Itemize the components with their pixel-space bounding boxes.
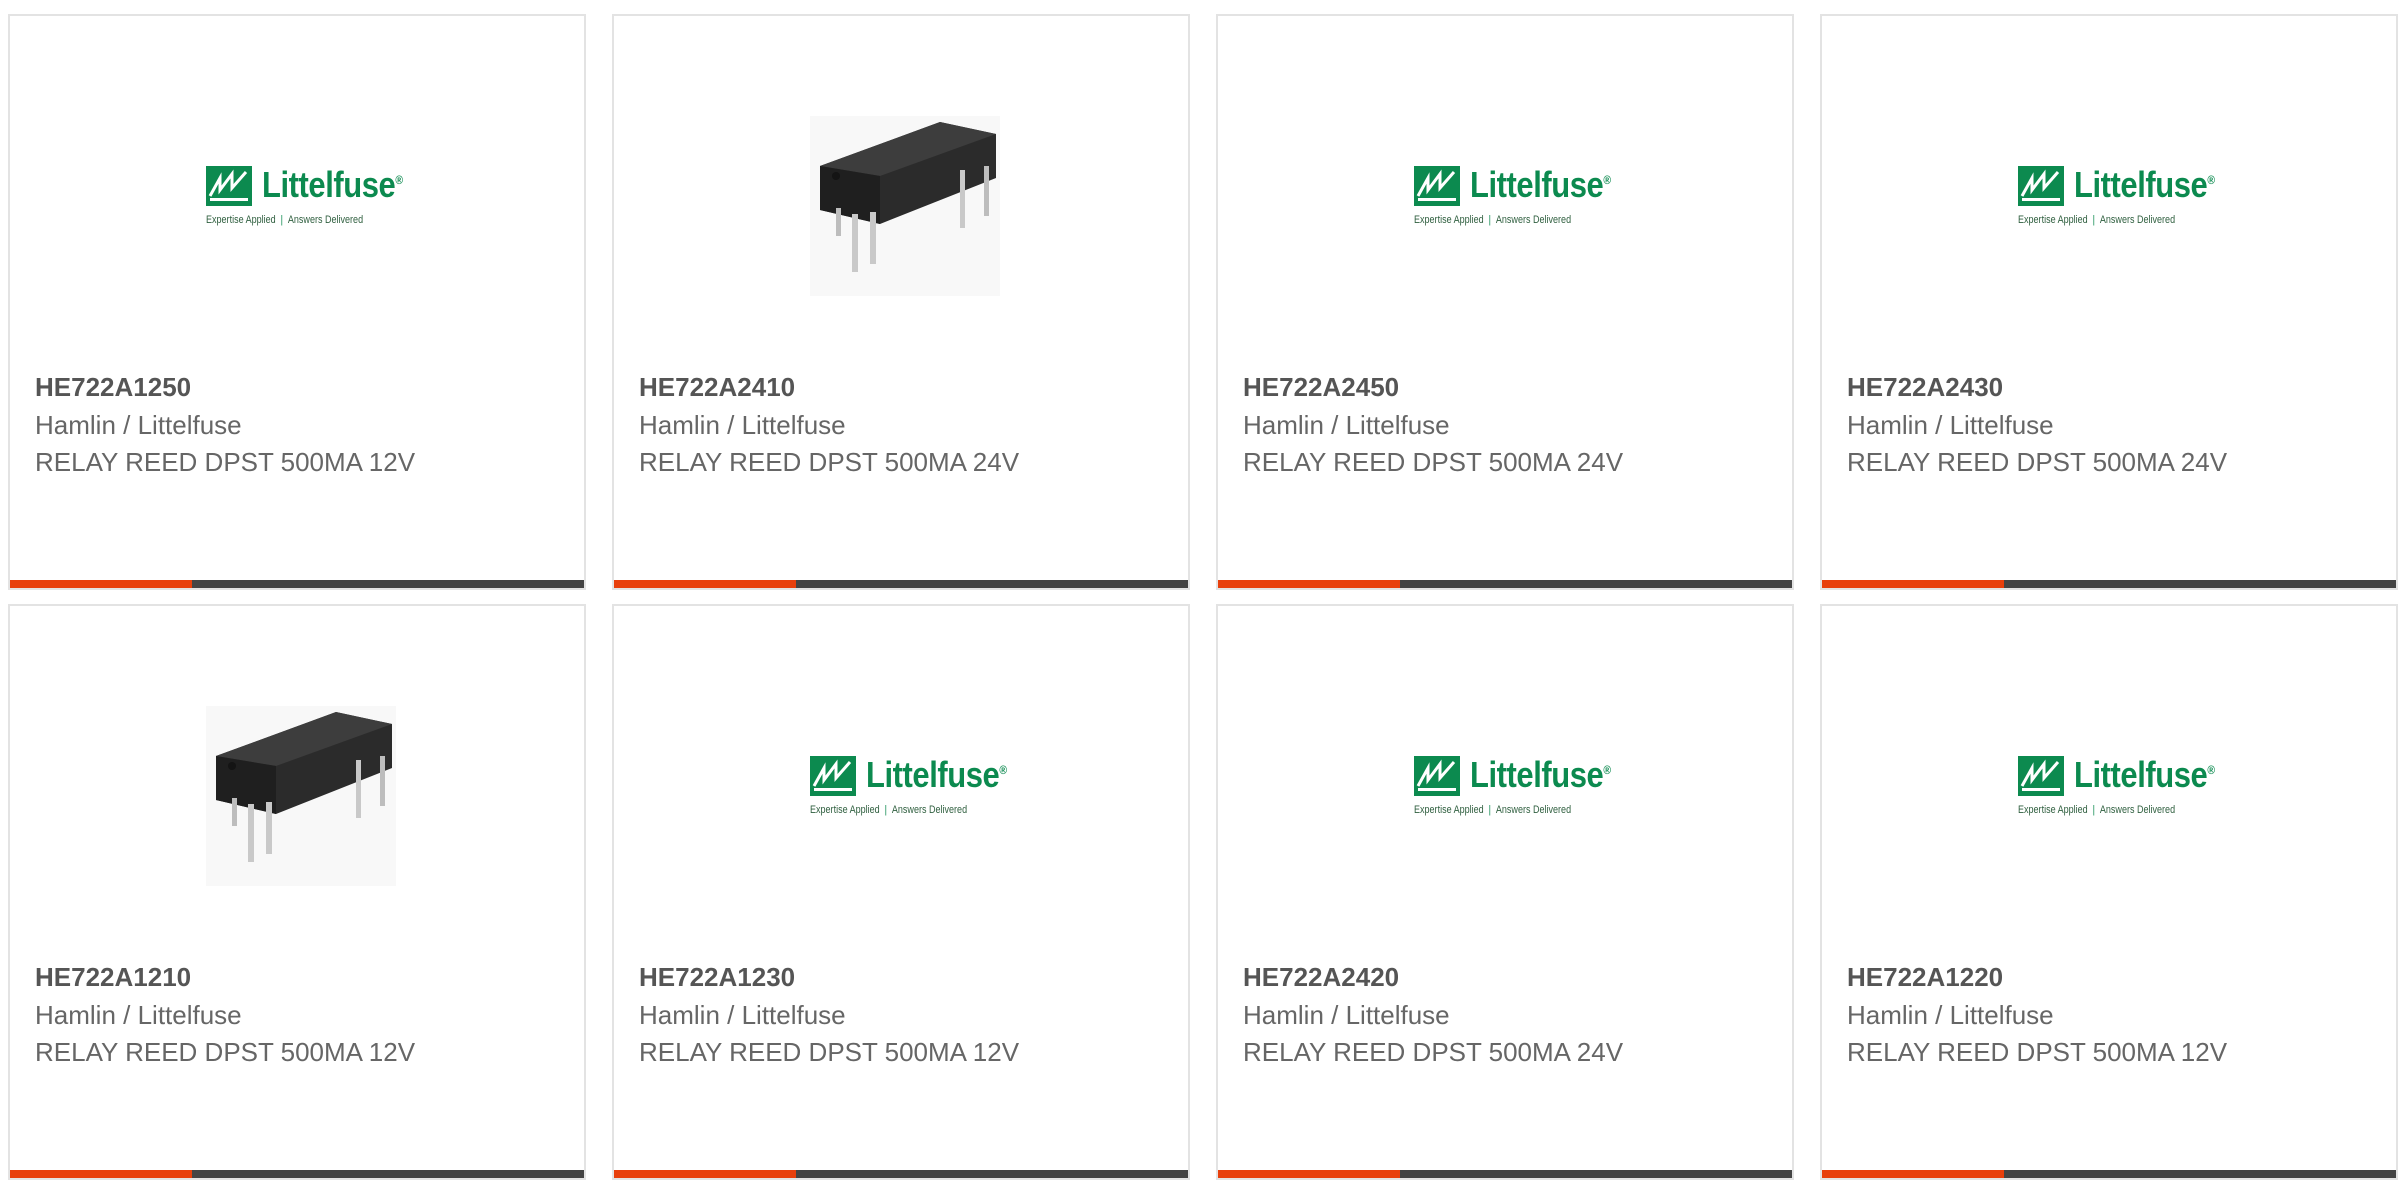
logo-wordmark: Littelfuse <box>2074 754 2208 795</box>
description: RELAY REED DPST 500MA 12V <box>35 447 416 477</box>
littelfuse-logo: Littelfuse® Expertise Applied | Answers De… <box>810 754 1007 816</box>
manufacturer: Hamlin / Littelfuse <box>1847 1000 2054 1030</box>
part-number[interactable]: HE722A1220 <box>1847 962 2003 993</box>
logo-wordmark: Littelfuse <box>1470 164 1604 205</box>
part-number[interactable]: HE722A1210 <box>35 962 191 993</box>
logo-reg-mark: ® <box>1603 173 1611 187</box>
product-card[interactable]: Littelfuse® Expertise Applied | Answers De… <box>1216 604 1794 1180</box>
card-accent-bar <box>1218 580 1792 588</box>
manufacturer: Hamlin / Littelfuse <box>639 1000 846 1030</box>
manufacturer: Hamlin / Littelfuse <box>639 410 846 440</box>
logo-wordmark: Littelfuse <box>866 754 1000 795</box>
product-card[interactable]: Littelfuse® Expertise Applied | Answers De… <box>1820 604 2398 1180</box>
littelfuse-logo-mark-icon <box>1414 756 1460 796</box>
littelfuse-logo-mark-icon <box>2018 756 2064 796</box>
manufacturer: Hamlin / Littelfuse <box>35 1000 242 1030</box>
littelfuse-logo-mark-icon <box>810 756 856 796</box>
logo-reg-mark: ® <box>2207 763 2215 777</box>
part-number[interactable]: HE722A2420 <box>1243 962 1399 993</box>
description: RELAY REED DPST 500MA 12V <box>1847 1037 2228 1067</box>
logo-wordmark: Littelfuse <box>262 164 396 205</box>
part-number[interactable]: HE722A1230 <box>639 962 795 993</box>
littelfuse-logo: Littelfuse® Expertise Applied | Answers De… <box>1414 164 1611 226</box>
description: RELAY REED DPST 500MA 24V <box>1243 447 1624 477</box>
product-image[interactable]: Littelfuse® Expertise Applied | Answers De… <box>1822 16 2396 346</box>
card-accent-bar <box>10 1170 584 1178</box>
card-accent-bar <box>1822 1170 2396 1178</box>
card-accent-bar <box>614 1170 1188 1178</box>
description: RELAY REED DPST 500MA 24V <box>639 447 1020 477</box>
description: RELAY REED DPST 500MA 24V <box>1847 447 2228 477</box>
littelfuse-logo: Littelfuse® Expertise Applied | Answers De… <box>2018 164 2215 226</box>
logo-tagline-right: Answers Delivered <box>1495 804 1572 816</box>
product-image[interactable]: Littelfuse® Expertise Applied | Answers De… <box>1822 606 2396 936</box>
product-image[interactable]: Littelfuse® Expertise Applied | Answers De… <box>614 606 1188 936</box>
logo-tagline-left: Expertise Applied <box>1414 804 1484 816</box>
product-image[interactable]: Littelfuse® Expertise Applied | Answers De… <box>10 16 584 346</box>
logo-tagline-left: Expertise Applied <box>810 804 880 816</box>
logo-reg-mark: ® <box>395 173 403 187</box>
logo-reg-mark: ® <box>999 763 1007 777</box>
product-card[interactable]: Littelfuse® Expertise Applied | Answers De… <box>612 604 1190 1180</box>
logo-tagline-right: Answers Delivered <box>1495 214 1572 226</box>
logo-tagline-right: Answers Delivered <box>891 804 968 816</box>
manufacturer: Hamlin / Littelfuse <box>1243 1000 1450 1030</box>
reed-relay-photo-icon <box>810 116 1000 296</box>
product-card[interactable]: HE722A2410 Hamlin / Littelfuse RELAY REE… <box>612 14 1190 590</box>
manufacturer: Hamlin / Littelfuse <box>35 410 242 440</box>
littelfuse-logo-mark-icon <box>1414 166 1460 206</box>
card-accent-bar <box>614 580 1188 588</box>
part-number[interactable]: HE722A1250 <box>35 372 191 403</box>
product-grid: Littelfuse® Expertise Applied | Answers De… <box>0 0 2400 1180</box>
reed-relay-photo-icon <box>206 706 396 886</box>
littelfuse-logo: Littelfuse® Expertise Applied | Answers De… <box>2018 754 2215 816</box>
logo-tagline-left: Expertise Applied <box>1414 214 1484 226</box>
product-card[interactable]: Littelfuse® Expertise Applied | Answers De… <box>1216 14 1794 590</box>
product-card[interactable]: HE722A1210 Hamlin / Littelfuse RELAY REE… <box>8 604 586 1180</box>
logo-wordmark: Littelfuse <box>2074 164 2208 205</box>
logo-tagline-right: Answers Delivered <box>287 214 364 226</box>
part-number[interactable]: HE722A2430 <box>1847 372 2003 403</box>
description: RELAY REED DPST 500MA 12V <box>639 1037 1020 1067</box>
part-number[interactable]: HE722A2410 <box>639 372 795 403</box>
logo-tagline-left: Expertise Applied <box>206 214 276 226</box>
manufacturer: Hamlin / Littelfuse <box>1243 410 1450 440</box>
logo-tagline-left: Expertise Applied <box>2018 804 2088 816</box>
description: RELAY REED DPST 500MA 24V <box>1243 1037 1624 1067</box>
card-accent-bar <box>1822 580 2396 588</box>
product-image[interactable] <box>614 16 1188 346</box>
logo-wordmark: Littelfuse <box>1470 754 1604 795</box>
description: RELAY REED DPST 500MA 12V <box>35 1037 416 1067</box>
littelfuse-logo-mark-icon <box>206 166 252 206</box>
product-image[interactable] <box>10 606 584 936</box>
part-number[interactable]: HE722A2450 <box>1243 372 1399 403</box>
littelfuse-logo-mark-icon <box>2018 166 2064 206</box>
littelfuse-logo: Littelfuse® Expertise Applied | Answers De… <box>206 164 403 226</box>
logo-reg-mark: ® <box>1603 763 1611 777</box>
product-image[interactable]: Littelfuse® Expertise Applied | Answers De… <box>1218 606 1792 936</box>
littelfuse-logo: Littelfuse® Expertise Applied | Answers De… <box>1414 754 1611 816</box>
card-accent-bar <box>10 580 584 588</box>
logo-tagline-left: Expertise Applied <box>2018 214 2088 226</box>
product-image[interactable]: Littelfuse® Expertise Applied | Answers De… <box>1218 16 1792 346</box>
product-card[interactable]: Littelfuse® Expertise Applied | Answers De… <box>1820 14 2398 590</box>
logo-tagline-right: Answers Delivered <box>2099 214 2176 226</box>
card-accent-bar <box>1218 1170 1792 1178</box>
product-card[interactable]: Littelfuse® Expertise Applied | Answers De… <box>8 14 586 590</box>
logo-tagline-right: Answers Delivered <box>2099 804 2176 816</box>
manufacturer: Hamlin / Littelfuse <box>1847 410 2054 440</box>
logo-reg-mark: ® <box>2207 173 2215 187</box>
